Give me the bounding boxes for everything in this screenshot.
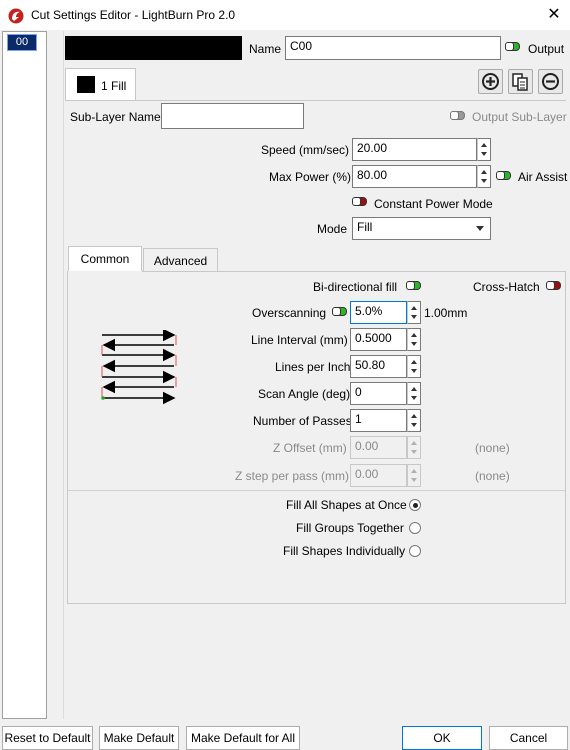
remove-icon [542,73,559,90]
lpi-label: Lines per Inch [275,360,351,374]
sublayer-tab-fill[interactable]: 1 Fill [65,68,136,101]
crosshatch-toggle[interactable] [546,281,561,290]
fill-groups-label: Fill Groups Together [296,521,404,535]
speed-input[interactable]: 20.00 [352,138,477,161]
sublayer-name-label: Sub-Layer Name [70,110,161,124]
scan-angle-input[interactable]: 0 [350,382,407,405]
mode-label: Mode [317,222,348,236]
line-interval-input[interactable]: 0.5000 [350,328,407,351]
line-interval-label: Line Interval (mm) [251,333,348,347]
mode-select[interactable]: Fill [352,217,491,240]
output-toggle[interactable] [505,42,520,51]
fill-preview-diagram [101,330,177,405]
add-sublayer-button[interactable] [478,69,503,94]
chevron-down-icon [476,226,484,231]
fill-individually-label: Fill Shapes Individually [283,544,406,558]
window-title: Cut Settings Editor - LightBurn Pro 2.0 [31,8,236,22]
mode-value: Fill [357,220,373,234]
add-icon [482,73,499,90]
speed-label: Speed (mm/sec) [261,143,350,157]
lpi-input[interactable]: 50.80 [350,355,407,378]
output-label: Output [528,42,565,56]
line-interval-spinner[interactable] [407,328,421,351]
overscanning-toggle[interactable] [332,307,347,316]
tab-common[interactable]: Common [68,246,142,273]
max-power-label: Max Power (%) [269,170,352,184]
output-sublayer-label: Output Sub-Layer [472,110,567,124]
layer-list-scrollbar[interactable] [47,31,64,719]
close-icon[interactable]: ✕ [544,5,564,25]
copy-sublayer-button[interactable] [508,69,533,94]
air-assist-label: Air Assist [518,170,568,184]
active-tab-joiner [68,271,142,273]
z-offset-input: 0.00 [350,436,407,459]
tab-underline [65,100,566,101]
lpi-spinner[interactable] [407,355,421,378]
scan-angle-label: Scan Angle (deg) [258,387,351,401]
z-step-label: Z step per pass (mm) [235,469,350,483]
z-offset-note: (none) [475,441,510,455]
crosshatch-label: Cross-Hatch [473,280,540,294]
fill-groups-radio[interactable] [409,522,421,534]
output-sublayer-toggle[interactable] [450,111,465,120]
fill-all-radio[interactable] [409,499,421,511]
z-step-note: (none) [475,469,510,483]
layer-item-00[interactable]: 00 [7,34,37,51]
divider [68,490,565,491]
overscanning-label: Overscanning [252,306,327,320]
sublayer-tab-label: 1 Fill [101,79,127,93]
z-step-spinner [407,464,421,487]
fill-all-label: Fill All Shapes at Once [286,498,407,512]
overscanning-spinner[interactable] [407,301,421,324]
tab-advanced[interactable]: Advanced [143,248,218,272]
name-input[interactable]: C00 [285,36,501,60]
constant-power-toggle[interactable] [352,197,367,206]
cancel-button[interactable]: Cancel [489,726,568,750]
z-step-input: 0.00 [350,464,407,487]
remove-sublayer-button[interactable] [538,69,563,94]
passes-input[interactable]: 1 [350,409,407,432]
bidirectional-toggle[interactable] [406,281,421,290]
sublayer-color-swatch [77,76,95,93]
max-power-input[interactable]: 80.00 [352,165,477,188]
overscanning-mm-readout: 1.00mm [424,306,468,320]
overscanning-input[interactable]: 5.0% [350,301,407,324]
z-offset-label: Z Offset (mm) [273,441,347,455]
air-assist-toggle[interactable] [496,171,511,180]
constant-power-label: Constant Power Mode [374,197,493,211]
sublayer-name-input[interactable] [161,103,304,129]
layer-list[interactable]: 00 [2,31,47,719]
speed-spinner[interactable] [477,138,491,161]
make-default-for-all-button[interactable]: Make Default for All [186,726,300,750]
copy-icon [512,73,528,91]
reset-to-default-button[interactable]: Reset to Default [2,726,93,750]
z-offset-spinner [407,436,421,459]
lightburn-logo-icon [8,8,24,24]
passes-spinner[interactable] [407,409,421,432]
fill-individually-radio[interactable] [409,545,421,557]
passes-label: Number of Passes [253,414,352,428]
make-default-button[interactable]: Make Default [99,726,179,750]
scan-angle-spinner[interactable] [407,382,421,405]
layer-color-swatch[interactable] [65,36,242,60]
name-label: Name [249,42,282,56]
ok-button[interactable]: OK [402,726,482,750]
max-power-spinner[interactable] [477,165,491,188]
bidirectional-label: Bi-directional fill [313,280,398,294]
